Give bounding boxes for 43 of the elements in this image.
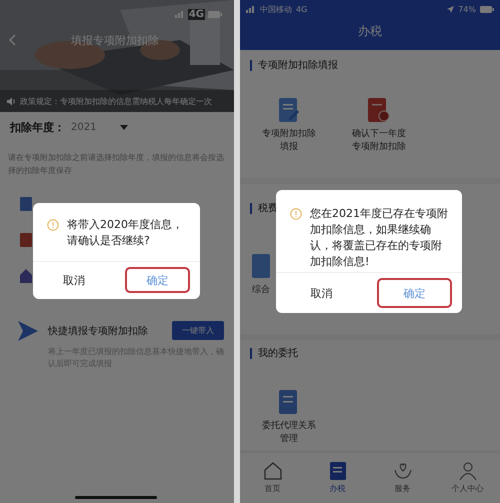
battery-icon [480,6,494,12]
nav-tab[interactable]: 首页 [240,453,305,503]
document-icon [252,254,270,278]
info-icon [290,208,302,220]
back-icon[interactable] [8,34,16,46]
year-value[interactable]: 2021 [71,122,96,133]
signal-icon [246,5,256,13]
section-title: 专项附加扣除填报 [258,58,338,72]
network-label: 4G [296,4,308,14]
service-item[interactable]: 委托代理关系管理 [256,390,322,446]
service-item[interactable]: 专项附加扣除填报 [256,98,322,154]
dialog-message: 您在2021年度已存在专项附加扣除信息，如果继续确认，将覆盖已存在的专项附加扣除信息! [310,206,448,270]
confirm-button[interactable]: 确定 [124,267,190,293]
location-icon [447,6,454,12]
signal-icon [174,10,185,18]
year-label: 扣除年度： [10,120,65,135]
service-item[interactable]: 综合 [252,254,274,297]
section-title: 我的委托 [258,346,298,360]
carrier-label: 中国移动 [260,4,292,14]
paper-plane-icon [18,321,38,341]
quick-fill-title: 快捷填报专项附加扣除 [48,324,148,338]
check-card-icon [368,98,390,122]
service-item[interactable]: 确认下一年度专项附加扣除 [346,98,412,154]
dropdown-icon[interactable] [120,125,128,130]
document-edit-icon [279,98,299,122]
nav-tab[interactable]: 个人中心 [435,453,500,503]
home-icon [262,462,282,480]
document-icon [279,390,299,414]
document-icon [20,197,32,211]
battery-label: 74% [458,4,476,14]
card-icon [20,233,32,247]
person-icon [458,462,478,480]
speaker-icon [6,96,16,106]
info-icon [47,219,59,231]
document-icon [328,462,346,480]
dialog-message: 将带入2020年度信息，请确认是否继续? [67,217,184,249]
nav-tab[interactable]: 服务 [370,453,435,503]
page-title: 办税 [357,23,383,40]
confirm-button[interactable]: 确定 [377,278,452,308]
notice-text: 政策规定：专项附加扣除的信息需纳税人每年确定一次 [20,96,212,106]
import-button[interactable]: 一键带入 [172,321,224,340]
heart-hand-icon [392,462,412,480]
nav-tab[interactable]: 办税 [305,453,370,503]
